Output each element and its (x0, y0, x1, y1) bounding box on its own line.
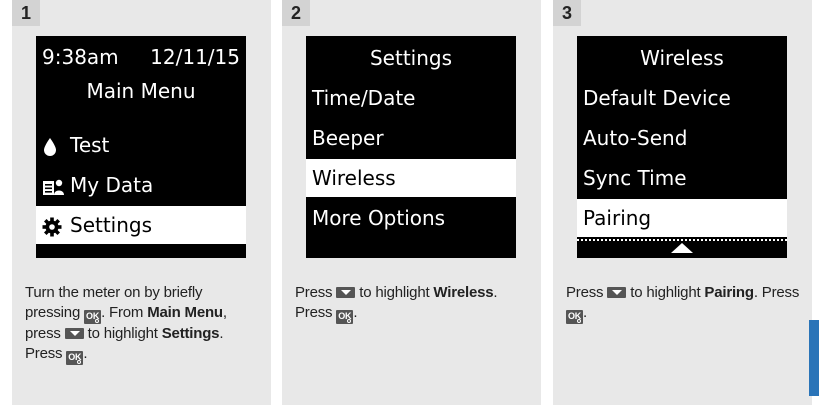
time-display: 9:38am (42, 45, 119, 69)
menu-item-sync-time: Sync Time (583, 166, 687, 190)
screen-title: Wireless (640, 46, 724, 70)
screen-header: 9:38am 12/11/15 (36, 38, 246, 76)
screen-title: Settings (369, 46, 453, 70)
menu-item-label: Test (70, 133, 110, 157)
menu-item-default-device: Default Device (583, 86, 731, 110)
section-tab-marker (809, 320, 819, 396)
scroll-divider (577, 239, 787, 241)
menu-item-wireless: Wireless (306, 159, 516, 197)
down-button-icon (336, 287, 356, 298)
ok-button-icon: OK (566, 310, 583, 324)
step-number: 2 (282, 0, 310, 26)
screen-title: Main Menu (86, 79, 196, 103)
menu-item-more-options: More Options (312, 206, 446, 230)
step-number: 1 (12, 0, 40, 26)
step-instructions: Press to highlight Wireless. Press OK. (295, 283, 531, 324)
ok-button-icon: OK (336, 310, 354, 324)
drop-icon (42, 126, 70, 164)
date-display: 12/11/15 (150, 45, 240, 69)
scroll-up-arrow-icon (671, 243, 693, 253)
step-instructions: Turn the meter on by briefly pressing OK… (25, 283, 261, 365)
step-instructions: Press to highlight Pairing. Press OK. (566, 283, 802, 324)
step-panel-2: 2 Settings Time/Date Beeper Wireless Mor… (282, 0, 541, 405)
ok-button-icon: OK (84, 310, 102, 324)
down-button-icon (607, 287, 627, 298)
ok-button-icon: OK (66, 351, 84, 365)
my-data-icon (42, 166, 70, 204)
step-panel-1: 1 9:38am 12/11/15 Main Menu Test My Data… (12, 0, 271, 405)
step-number: 3 (553, 0, 581, 26)
menu-item-label: Settings (70, 213, 153, 237)
menu-item-test: Test (36, 126, 246, 164)
step-panel-3: 3 Wireless Default Device Auto-Send Sync… (553, 0, 812, 405)
menu-item-label: My Data (70, 173, 154, 197)
menu-item-auto-send: Auto-Send (583, 126, 688, 150)
menu-item-beeper: Beeper (312, 126, 384, 150)
menu-item-pairing: Pairing (577, 199, 787, 237)
menu-item-my-data: My Data (36, 166, 246, 204)
menu-item-settings: Settings (36, 206, 246, 244)
meter-screen: Wireless Default Device Auto-Send Sync T… (577, 36, 787, 258)
gear-icon (42, 206, 70, 244)
meter-screen: Settings Time/Date Beeper Wireless More … (306, 36, 516, 258)
menu-item-time-date: Time/Date (312, 86, 416, 110)
meter-screen: 9:38am 12/11/15 Main Menu Test My Data S… (36, 36, 246, 258)
down-button-icon (64, 328, 84, 339)
